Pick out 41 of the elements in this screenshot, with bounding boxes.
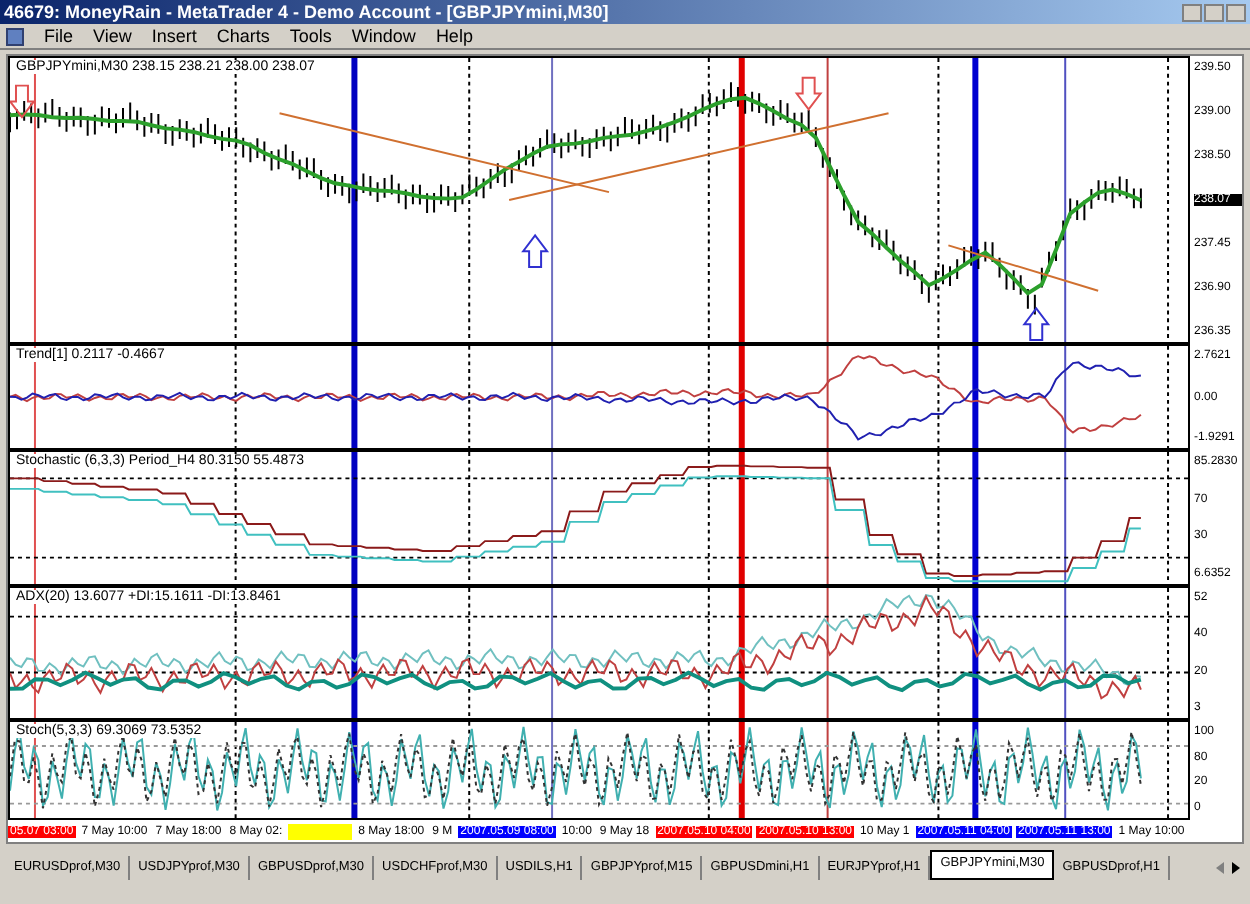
marker-line bbox=[551, 452, 554, 584]
marker-line bbox=[1064, 722, 1067, 818]
menu-item[interactable]: Window bbox=[351, 27, 416, 45]
marker-line bbox=[738, 346, 745, 448]
marker-line bbox=[972, 588, 979, 718]
arrow-icon bbox=[1022, 306, 1051, 341]
marker-line bbox=[351, 588, 358, 718]
marker-line bbox=[551, 588, 554, 718]
marker-line bbox=[972, 452, 979, 584]
arrow-icon bbox=[10, 84, 36, 119]
app-icon bbox=[6, 27, 24, 45]
marker-line bbox=[551, 722, 554, 818]
arrow-icon bbox=[521, 233, 550, 269]
marker-line bbox=[972, 722, 979, 818]
marker-line bbox=[1064, 346, 1067, 448]
marker-line bbox=[33, 588, 36, 718]
marker-line bbox=[351, 722, 358, 818]
marker-line bbox=[738, 722, 745, 818]
marker-line bbox=[738, 588, 745, 718]
marker-line bbox=[33, 346, 36, 448]
menu-item[interactable]: Insert bbox=[151, 27, 197, 45]
marker-line bbox=[826, 452, 829, 584]
menu-item[interactable]: View bbox=[93, 27, 132, 45]
arrow-icon bbox=[794, 76, 823, 111]
marker-line bbox=[351, 452, 358, 584]
menu-item[interactable]: Charts bbox=[216, 27, 270, 45]
menu-item[interactable]: Tools bbox=[289, 27, 332, 45]
marker-line bbox=[826, 346, 829, 448]
marker-line bbox=[33, 452, 36, 584]
marker-line bbox=[972, 346, 979, 448]
marker-line bbox=[551, 346, 554, 448]
marker-line bbox=[738, 452, 745, 584]
scroll-right-icon[interactable] bbox=[1228, 856, 1244, 880]
marker-line bbox=[1064, 452, 1067, 584]
window-title: 46679: MoneyRain - MetaTrader 4 - Demo Account - [GBPJPYmini,M30] bbox=[4, 3, 609, 21]
marker-line bbox=[826, 722, 829, 818]
marker-line bbox=[826, 588, 829, 718]
marker-line bbox=[1064, 588, 1067, 718]
menu-item[interactable]: Help bbox=[435, 27, 473, 45]
marker-line bbox=[351, 346, 358, 448]
menu-item[interactable]: File bbox=[44, 27, 74, 45]
